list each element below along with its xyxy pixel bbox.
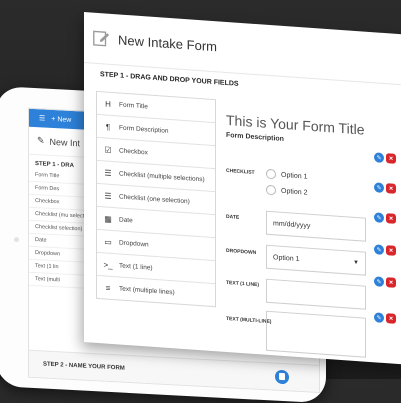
edit-icon[interactable]: ✎: [374, 276, 384, 287]
tablet-title: New Int: [49, 136, 81, 148]
chevron-down-icon: ▼: [353, 259, 359, 267]
paragraph-icon: ¶: [105, 122, 111, 132]
dropdown-select[interactable]: Option 1 ▼: [266, 244, 366, 276]
delete-icon[interactable]: ×: [386, 277, 396, 288]
checklist-single-icon: ☰: [104, 190, 112, 201]
checklist-label: CHECKLIST: [226, 167, 255, 176]
form-edit-icon: ✎: [37, 135, 45, 146]
step1-heading: STEP 1 - DRAG AND DROP YOUR FIELDS: [100, 71, 239, 88]
edit-icon[interactable]: ✎: [374, 212, 384, 223]
delete-icon[interactable]: ×: [386, 313, 396, 324]
delete-icon[interactable]: ×: [386, 245, 396, 256]
form-edit-icon: [93, 30, 110, 47]
tablet-step2: STEP 2 - NAME YOUR FORM: [29, 349, 319, 392]
field-palette: H Form Title ¶ Form Description ☑ Checkbox …: [96, 90, 216, 308]
delete-icon[interactable]: ×: [386, 153, 396, 164]
textm-label: TEXT (MULTI-LINE): [226, 315, 272, 326]
radio-icon[interactable]: [266, 168, 276, 180]
edit-icon[interactable]: ✎: [374, 312, 384, 323]
text1-label: TEXT (1 LINE): [226, 279, 260, 289]
save-icon[interactable]: [275, 369, 289, 385]
form-builder-panel: New Intake Form STEP 1 - DRAG AND DROP Y…: [84, 12, 401, 366]
textm-actions: ✎ ×: [374, 312, 396, 324]
date-actions: ✎ ×: [374, 212, 396, 224]
tablet-add-button[interactable]: + New: [51, 115, 71, 123]
dropdown-actions: ✎ ×: [374, 244, 396, 256]
checklist-icon: ☰: [104, 167, 112, 178]
menu-icon[interactable]: ☰: [39, 114, 45, 122]
panel-title: New Intake Form: [118, 31, 217, 54]
checklist-option-2[interactable]: Option 2: [266, 184, 307, 198]
tablet-camera: [14, 236, 19, 243]
form-description-preview[interactable]: Form Description: [226, 132, 284, 143]
title-actions: ✎ ×: [374, 152, 396, 164]
date-label: DATE: [226, 213, 240, 221]
checkbox-icon: ☑: [104, 144, 112, 155]
textm-input[interactable]: [266, 310, 366, 358]
edit-icon[interactable]: ✎: [374, 244, 384, 255]
text-multiline-icon: ≡: [105, 283, 111, 293]
date-input[interactable]: mm/dd/yyyy: [266, 210, 366, 242]
checklist-actions: ✎ ×: [374, 182, 396, 194]
calendar-icon: ▦: [104, 213, 112, 224]
text1-input[interactable]: [266, 278, 366, 310]
delete-icon[interactable]: ×: [386, 183, 396, 194]
text-line-icon: >_: [103, 259, 113, 270]
checklist-option-1[interactable]: Option 1: [266, 168, 307, 182]
text1-actions: ✎ ×: [374, 276, 396, 288]
radio-icon[interactable]: [266, 184, 276, 196]
edit-icon[interactable]: ✎: [374, 152, 384, 163]
heading-icon: H: [105, 98, 111, 109]
edit-icon[interactable]: ✎: [374, 182, 384, 193]
delete-icon[interactable]: ×: [386, 213, 396, 224]
dropdown-icon: ▭: [104, 236, 112, 247]
dropdown-label: DROPDOWN: [226, 247, 257, 257]
